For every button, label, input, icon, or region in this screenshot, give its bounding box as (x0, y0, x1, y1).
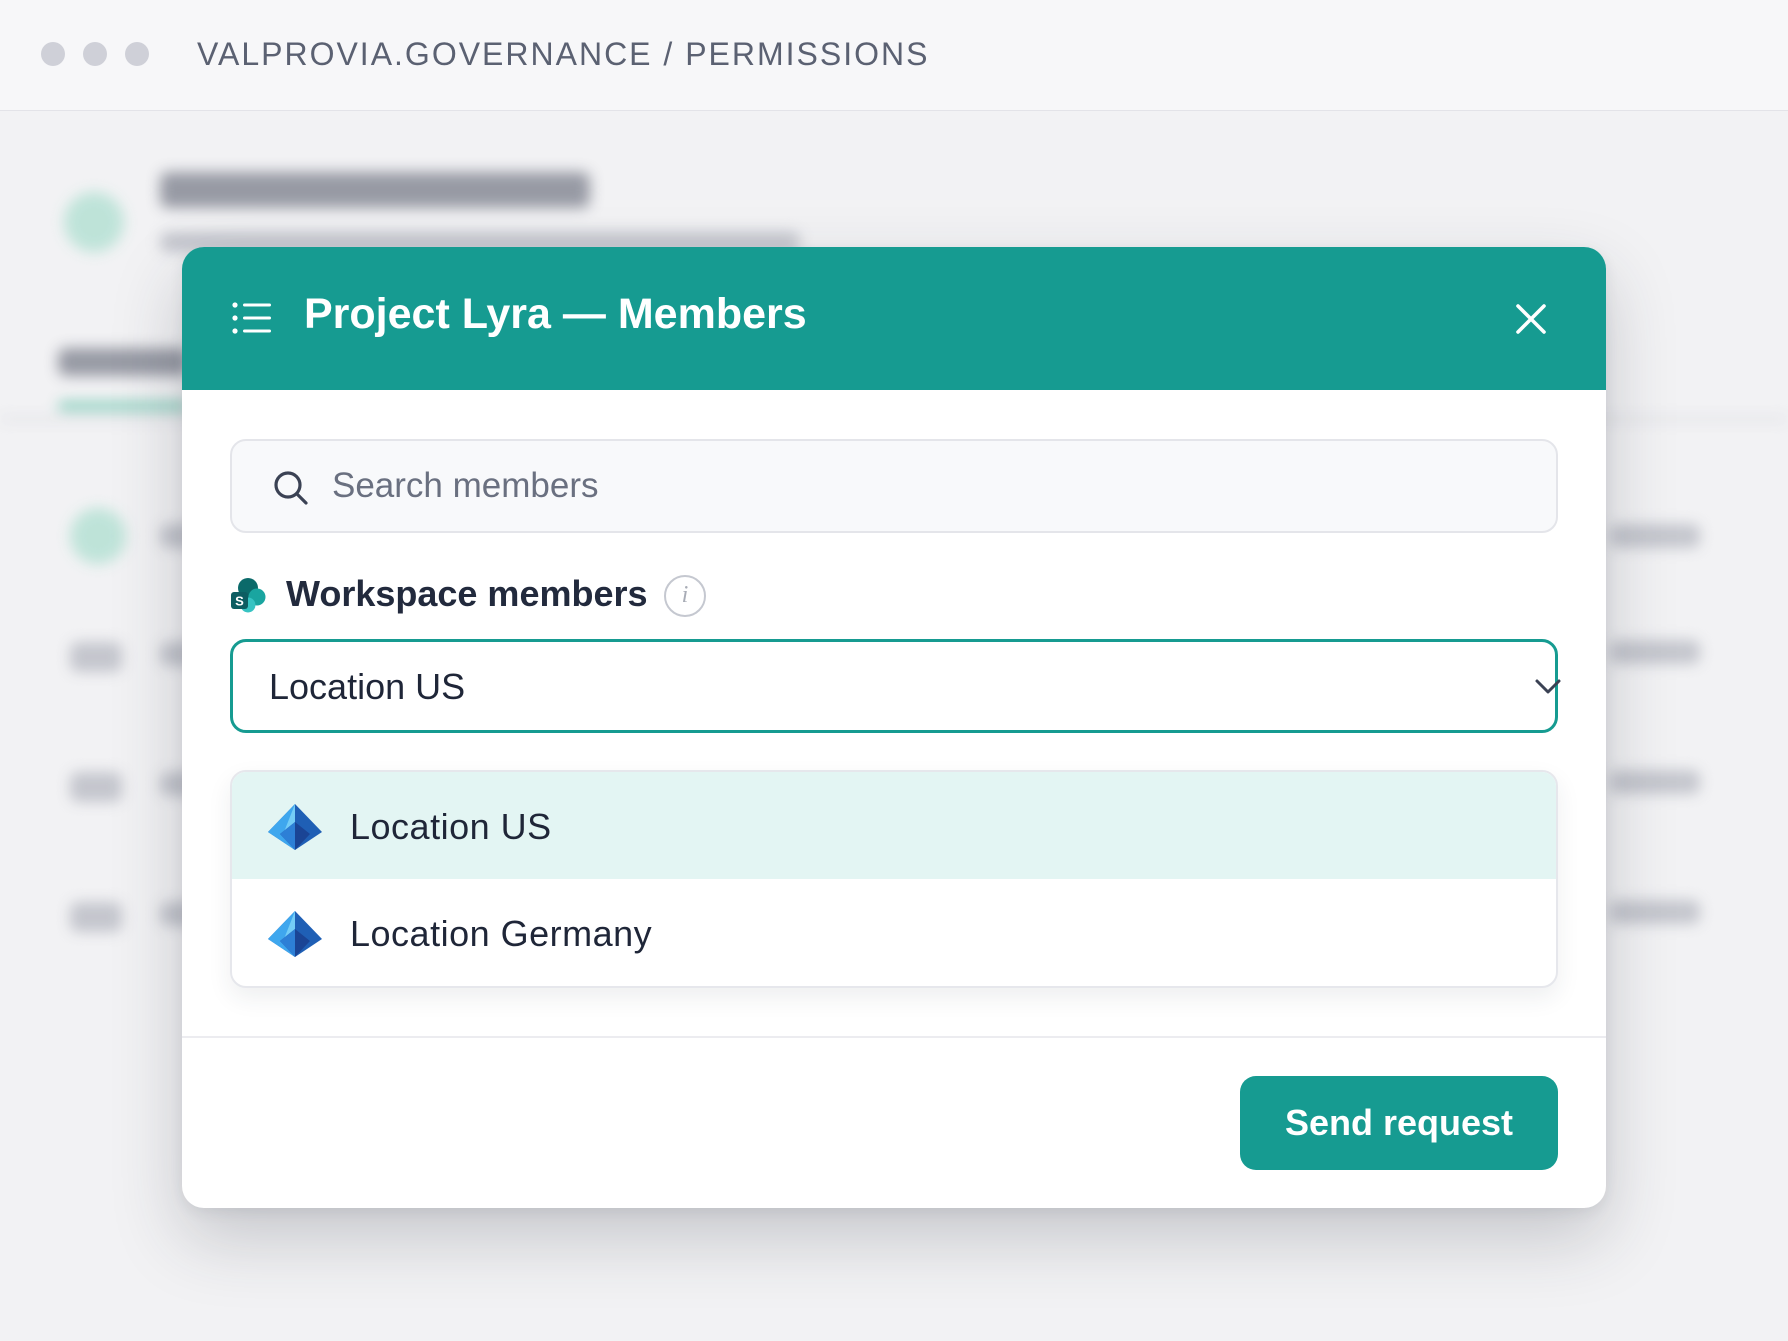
row-role-placeholder (1610, 524, 1700, 548)
window-control-dot[interactable] (41, 42, 65, 66)
row-role-placeholder (1610, 900, 1700, 924)
members-dialog: Project Lyra — Members S Workspace membe… (182, 247, 1606, 1208)
avatar (64, 192, 124, 252)
tab-underline (58, 402, 188, 410)
section-label: Workspace members (286, 573, 648, 614)
azure-ad-icon (268, 804, 322, 850)
location-dropdown-list: Location US Location Germany (230, 770, 1558, 988)
option-location-germany[interactable]: Location Germany (232, 879, 1556, 986)
list-icon (232, 302, 271, 334)
option-label: Location Germany (350, 913, 653, 954)
breadcrumb: VALPROVIA.GOVERNANCE / PERMISSIONS (197, 36, 930, 72)
sharepoint-icon: S (231, 578, 266, 613)
row-avatar-placeholder (70, 902, 122, 932)
select-value: Location US (269, 666, 466, 707)
row-avatar-placeholder (70, 772, 122, 802)
workspace-members-label-row: S Workspace members i (230, 573, 830, 621)
option-location-us[interactable]: Location US (232, 772, 1556, 879)
window-control-dot[interactable] (83, 42, 107, 66)
location-select[interactable]: Location US (230, 639, 1561, 733)
send-request-button[interactable]: Send request (1240, 1076, 1558, 1170)
search-icon (274, 471, 308, 505)
footer-divider (182, 1036, 1606, 1038)
close-icon[interactable] (1509, 297, 1553, 341)
svg-text:S: S (235, 594, 244, 609)
page-title-placeholder (160, 172, 590, 208)
info-icon[interactable]: i (664, 575, 706, 617)
row-role-placeholder (1610, 770, 1700, 794)
row-role-placeholder (1610, 640, 1700, 664)
azure-ad-icon (268, 911, 322, 957)
chevron-down-icon (1535, 679, 1561, 694)
window-control-dot[interactable] (125, 42, 149, 66)
row-avatar-placeholder (70, 642, 122, 672)
option-label: Location US (350, 806, 552, 847)
search-field[interactable] (230, 439, 1558, 533)
dialog-header: Project Lyra — Members (182, 247, 1606, 390)
dialog-title: Project Lyra — Members (304, 290, 807, 338)
avatar (70, 508, 126, 564)
tab-placeholder (58, 348, 188, 376)
search-input[interactable] (332, 441, 1532, 531)
window-titlebar: VALPROVIA.GOVERNANCE / PERMISSIONS (0, 0, 1788, 111)
